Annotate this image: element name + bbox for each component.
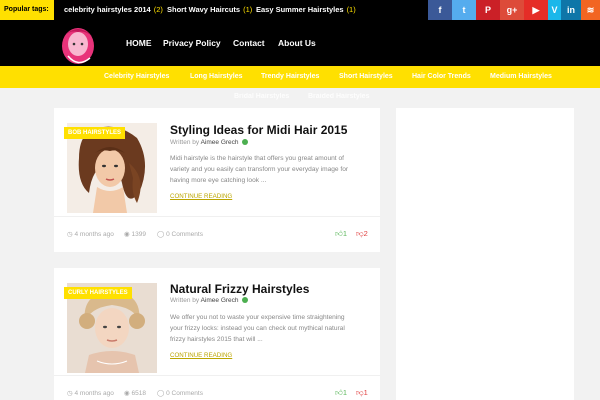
popular-tag-link[interactable]: celebrity hairstyles 2014 (2) <box>64 0 163 20</box>
site-logo[interactable] <box>54 22 104 68</box>
popular-tag-link[interactable]: Easy Summer Hairstyles (1) <box>256 0 356 20</box>
popular-tag-link[interactable]: Short Wavy Haircuts (1) <box>167 0 252 20</box>
continue-reading-link[interactable]: CONTINUE READING <box>170 193 232 200</box>
nav-about-us[interactable]: About Us <box>278 20 316 66</box>
verified-icon <box>241 297 248 304</box>
category-bridal-hairstyles[interactable]: Bridal Hairstyles <box>234 88 289 106</box>
eye-icon: ◉ <box>124 231 130 238</box>
sidebar-panel <box>396 108 574 400</box>
divider <box>54 375 380 376</box>
category-celebrity-hairstyles[interactable]: Celebrity Hairstyles <box>104 66 169 88</box>
post-views: ◉ 1399 <box>124 231 146 238</box>
category-hair-color-trends[interactable]: Hair Color Trends <box>412 66 471 88</box>
nav-privacy-policy[interactable]: Privacy Policy <box>163 20 221 66</box>
thumbs-up-button[interactable]: 👍︎1 <box>335 388 347 398</box>
post-title[interactable]: Styling Ideas for Midi Hair 2015 <box>170 123 347 137</box>
comment-icon: ◯ <box>157 231 165 238</box>
post-title[interactable]: Natural Frizzy Hairstyles <box>170 282 309 296</box>
post-time: ◷ 4 months ago <box>67 231 114 238</box>
facebook-icon[interactable]: f <box>428 0 452 20</box>
category-long-hairstyles[interactable]: Long Hairstyles <box>190 66 243 88</box>
thumbs-down-icon: 👎︎ <box>356 229 364 238</box>
continue-reading-link[interactable]: CONTINUE READING <box>170 352 232 359</box>
thumbs-down-icon: 👎︎ <box>356 388 364 397</box>
eye-icon: ◉ <box>124 390 130 397</box>
post-comments[interactable]: ◯ 0 Comments <box>157 389 203 397</box>
post-byline: Written by Aimee Grech <box>170 139 248 146</box>
author-link[interactable]: Aimee Grech <box>201 139 239 146</box>
thumbs-up-icon: 👍︎ <box>335 229 343 238</box>
vimeo-icon[interactable]: V <box>548 0 561 20</box>
category-badge[interactable]: CURLY HAIRSTYLES <box>64 287 132 299</box>
thumbs-up-button[interactable]: 👍︎1 <box>335 229 347 239</box>
popular-tags-label: Popular tags: <box>0 0 54 20</box>
post-excerpt: We offer you not to waste your expensive… <box>170 314 345 343</box>
youtube-icon[interactable]: ▶ <box>524 0 548 20</box>
category-medium-hairstyles[interactable]: Medium Hairstyles <box>490 66 552 88</box>
pinterest-icon[interactable]: P <box>476 0 500 20</box>
thumbs-down-button[interactable]: 👎︎2 <box>356 229 368 239</box>
post-excerpt: Midi hairstyle is the hairstyle that off… <box>170 155 349 184</box>
verified-icon <box>241 139 248 146</box>
post-comments[interactable]: ◯ 0 Comments <box>157 230 203 238</box>
category-braided-hairstyles[interactable]: Braided Hairstyles <box>308 88 369 106</box>
comment-icon: ◯ <box>157 390 165 397</box>
post-time: ◷ 4 months ago <box>67 390 114 397</box>
linkedin-icon[interactable]: in <box>561 0 581 20</box>
nav-contact[interactable]: Contact <box>233 20 265 66</box>
post-byline: Written by Aimee Grech <box>170 297 248 304</box>
twitter-icon[interactable]: t <box>452 0 476 20</box>
category-badge[interactable]: BOB HAIRSTYLES <box>64 127 126 139</box>
category-nav: Celebrity Hairstyles Long Hairstyles Tre… <box>0 66 600 88</box>
category-trendy-hairstyles[interactable]: Trendy Hairstyles <box>261 66 319 88</box>
post-card: CURLY HAIRSTYLES Natural Frizzy Hairstyl… <box>54 268 380 400</box>
thumbs-down-button[interactable]: 👎︎1 <box>356 388 368 398</box>
post-card: BOB HAIRSTYLES Styling Ideas for Midi Ha… <box>54 108 380 252</box>
popular-tags-bar: Popular tags: celebrity hairstyles 2014(… <box>0 0 600 20</box>
thumbs-up-icon: 👍︎ <box>335 388 343 397</box>
author-link[interactable]: Aimee Grech <box>201 297 239 304</box>
divider <box>54 216 380 217</box>
category-short-hairstyles[interactable]: Short Hairstyles <box>339 66 393 88</box>
nav-home[interactable]: HOME <box>126 20 152 66</box>
post-views: ◉ 6518 <box>124 390 146 397</box>
rss-icon[interactable]: ≋ <box>581 0 600 20</box>
google-plus-icon[interactable]: g+ <box>500 0 524 20</box>
